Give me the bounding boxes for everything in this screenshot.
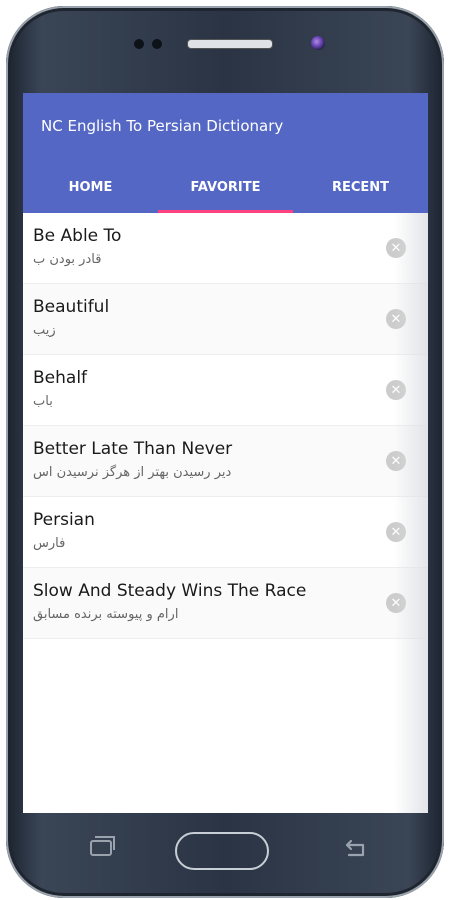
front-camera-icon [311,36,325,50]
app-title: NC English To Persian Dictionary [41,117,284,135]
persian-meaning: زیب [33,323,56,338]
persian-meaning: ارام و پیوسته برنده مسابق [33,607,179,622]
remove-circle-icon[interactable]: ✕ [386,522,406,542]
favorites-list: Be Able To قادر بودن ب ✕ Beautiful زیب ✕… [23,213,428,639]
app-bar: NC English To Persian Dictionary HOME FA… [23,93,428,213]
english-word: Be Able To [33,226,122,246]
list-item[interactable]: Behalf باب ✕ [23,355,428,426]
persian-meaning: دیر رسیدن بهتر از هرگز نرسیدن اس [33,465,232,480]
sensor-dot [134,39,144,49]
list-item[interactable]: Better Late Than Never دیر رسیدن بهتر از… [23,426,428,497]
persian-meaning: قادر بودن ب [33,252,102,267]
back-arrow-icon[interactable] [339,839,367,861]
remove-circle-icon[interactable]: ✕ [386,593,406,613]
tab-bar: HOME FAVORITE RECENT [23,161,428,213]
list-item[interactable]: Beautiful زیب ✕ [23,284,428,355]
persian-meaning: باب [33,394,53,409]
remove-circle-icon[interactable]: ✕ [386,238,406,258]
earpiece-speaker [187,39,273,49]
recent-apps-icon[interactable] [90,836,115,856]
remove-circle-icon[interactable]: ✕ [386,309,406,329]
tab-recent[interactable]: RECENT [293,161,428,213]
tab-favorite[interactable]: FAVORITE [158,161,293,213]
persian-meaning: فارس [33,536,66,551]
remove-circle-icon[interactable]: ✕ [386,380,406,400]
home-button[interactable] [175,832,269,870]
english-word: Persian [33,510,95,530]
list-item[interactable]: Persian فارس ✕ [23,497,428,568]
list-item[interactable]: Slow And Steady Wins The Race ارام و پیو… [23,568,428,639]
list-item[interactable]: Be Able To قادر بودن ب ✕ [23,213,428,284]
tab-home[interactable]: HOME [23,161,158,213]
system-nav-bar [23,813,428,890]
english-word: Slow And Steady Wins The Race [33,581,307,601]
english-word: Beautiful [33,297,110,317]
english-word: Behalf [33,368,88,388]
remove-circle-icon[interactable]: ✕ [386,451,406,471]
sensor-dot [152,39,162,49]
app-screen: NC English To Persian Dictionary HOME FA… [23,93,428,813]
english-word: Better Late Than Never [33,439,233,459]
